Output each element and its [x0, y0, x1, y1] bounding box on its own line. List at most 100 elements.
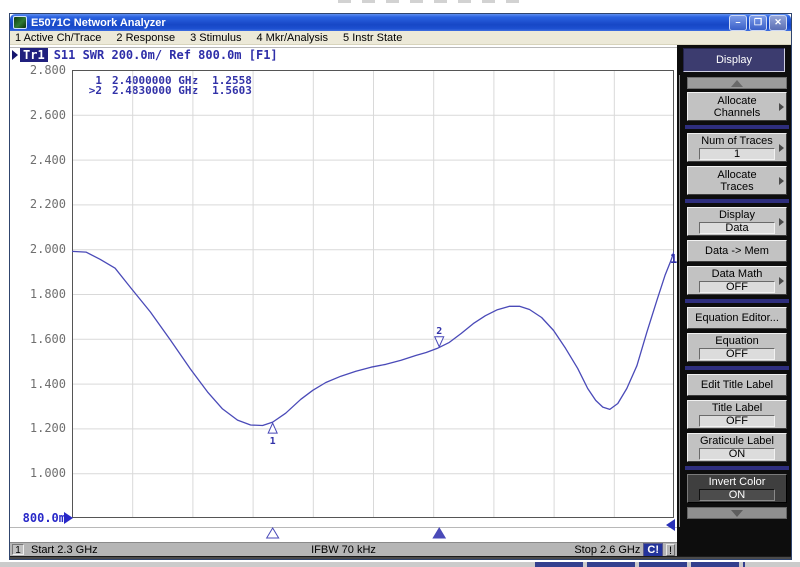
softkey-data-to-mem[interactable]: Data -> Mem	[687, 240, 787, 262]
y-tick-label: 2.200	[10, 197, 66, 211]
clipped-document-text-top	[338, 0, 528, 3]
y-tick-label: 1.200	[10, 421, 66, 435]
marker-1-stimulus-indicator[interactable]	[267, 528, 279, 538]
softkey-scroll-up-button[interactable]	[687, 77, 787, 89]
window-title: E5071C Network Analyzer	[31, 17, 166, 29]
swr-chart: 12	[72, 70, 674, 540]
softkey-group-separator	[685, 199, 789, 203]
y-tick-label: 2.400	[10, 153, 66, 167]
analyzer-window: E5071C Network Analyzer – ❐ ✕ 1 Active C…	[10, 14, 791, 559]
window-controls: – ❐ ✕	[729, 15, 791, 31]
softkey-edit-title-label[interactable]: Edit Title Label	[687, 374, 787, 396]
menu-item-4[interactable]: 4 Mkr/Analysis	[256, 32, 328, 44]
softkey-stack: Allocate Channels Num of Traces1 Allocate …	[687, 92, 787, 519]
channel-number-box: 1	[12, 544, 24, 555]
menu-item-3[interactable]: 3 Stimulus	[190, 32, 241, 44]
softkey-group-separator	[685, 466, 789, 470]
softkey-value: OFF	[699, 348, 775, 360]
client-area: Tr1 S11 SWR 200.0m/ Ref 800.0m [F1] 1 2.4…	[10, 45, 791, 556]
submenu-arrow-icon	[779, 103, 784, 111]
y-tick-label: 1.400	[10, 377, 66, 391]
plot-area[interactable]: 12	[72, 70, 674, 540]
trace-format-text: S11 SWR 200.0m/ Ref 800.0m [F1]	[54, 48, 278, 62]
softkey-value: OFF	[699, 415, 775, 427]
y-tick-label: 1.600	[10, 332, 66, 346]
y-tick-label: 2.800	[10, 63, 66, 77]
page: E5071C Network Analyzer – ❐ ✕ 1 Active C…	[0, 0, 800, 567]
close-button[interactable]: ✕	[769, 15, 787, 31]
marker-2-stimulus-indicator[interactable]	[433, 528, 445, 538]
softkey-num-of-traces[interactable]: Num of Traces1	[687, 133, 787, 162]
softkey-label: Data Math	[712, 268, 763, 280]
y-tick-label: 2.600	[10, 108, 66, 122]
trace-id-chip: Tr1	[20, 48, 48, 62]
softkey-sidebar: Display Allocate ChannelsNum of Traces1A…	[677, 45, 791, 556]
submenu-arrow-icon	[779, 277, 784, 285]
softkey-label: Num of Traces	[701, 135, 773, 147]
softkey-group-separator	[685, 299, 789, 303]
softkey-label: Invert Color	[709, 476, 766, 488]
softkey-label: Allocate Traces	[717, 169, 756, 193]
softkey-title-label[interactable]: Title LabelOFF	[687, 400, 787, 429]
instrument-screen: Tr1 S11 SWR 200.0m/ Ref 800.0m [F1] 1 2.4…	[10, 45, 677, 556]
graticule	[73, 71, 673, 517]
active-trace-arrow-icon	[12, 50, 18, 60]
menu-bar: 1 Active Ch/Trace 2 Response 3 Stimulus 4 M…	[10, 31, 791, 45]
submenu-arrow-icon	[779, 144, 784, 152]
softkey-display-data[interactable]: DisplayData	[687, 207, 787, 236]
submenu-arrow-icon	[779, 218, 784, 226]
softkey-value: 1	[699, 148, 775, 160]
softkey-equation[interactable]: EquationOFF	[687, 333, 787, 362]
softkey-data-math[interactable]: Data MathOFF	[687, 266, 787, 295]
arrow-down-icon	[731, 510, 743, 517]
softkey-label: Equation	[715, 335, 758, 347]
ifbw-label: IFBW 70 kHz	[311, 544, 376, 556]
start-frequency-label: Start 2.3 GHz	[31, 544, 98, 556]
submenu-arrow-icon	[779, 177, 784, 185]
softkey-equation-editor[interactable]: Equation Editor...	[687, 307, 787, 329]
menu-item-2[interactable]: 2 Response	[116, 32, 175, 44]
softkey-label: Edit Title Label	[701, 379, 773, 391]
alert-indicator: !	[666, 544, 675, 556]
svg-text:2: 2	[436, 326, 442, 337]
softkey-group-separator	[685, 366, 789, 370]
softkey-menu-title: Display	[683, 48, 785, 72]
softkey-allocate-channels[interactable]: Allocate Channels	[687, 92, 787, 121]
stop-frequency-label: Stop 2.6 GHz	[574, 544, 640, 556]
reference-level-arrow-icon	[64, 512, 73, 524]
trace-marker-1[interactable]: 1	[268, 423, 277, 447]
softkey-scroll-down-button[interactable]	[687, 507, 787, 519]
softkey-label: Title Label	[712, 402, 762, 414]
softkey-value: ON	[699, 448, 775, 460]
softkey-group-separator	[685, 125, 789, 129]
menu-item-1[interactable]: 1 Active Ch/Trace	[15, 32, 101, 44]
softkey-invert-color[interactable]: Invert ColorON	[687, 474, 787, 503]
y-tick-label: 800.0m	[10, 511, 66, 525]
trace-status-bar[interactable]: Tr1 S11 SWR 200.0m/ Ref 800.0m [F1]	[12, 48, 278, 62]
softkey-allocate-traces[interactable]: Allocate Traces	[687, 166, 787, 195]
softkey-label: Display	[719, 209, 755, 221]
softkey-value: OFF	[699, 281, 775, 293]
softkey-value: Data	[699, 222, 775, 234]
status-bar: 1 Start 2.3 GHz IFBW 70 kHz Stop 2.6 GHz…	[10, 542, 677, 556]
y-tick-label: 2.000	[10, 242, 66, 256]
trace-marker-2[interactable]: 2	[435, 326, 444, 347]
minimize-button[interactable]: –	[729, 15, 747, 31]
sidebar-rail	[679, 75, 680, 527]
clipped-document-content-bottom	[0, 562, 800, 567]
softkey-label: Equation Editor...	[695, 312, 779, 324]
softkey-graticule-label[interactable]: Graticule LabelON	[687, 433, 787, 462]
menu-item-5[interactable]: 5 Instr State	[343, 32, 402, 44]
window-bottom-edge	[10, 556, 791, 559]
softkey-label: Data -> Mem	[705, 245, 769, 257]
clipped-selection-fragment	[535, 562, 745, 567]
restore-button[interactable]: ❐	[749, 15, 767, 31]
softkey-label: Graticule Label	[700, 435, 774, 447]
y-tick-label: 1.000	[10, 466, 66, 480]
sweep-edge-arrow-icon	[666, 519, 675, 531]
softkey-value: ON	[699, 489, 775, 501]
title-bar[interactable]: E5071C Network Analyzer – ❐ ✕	[10, 14, 791, 31]
arrow-up-icon	[731, 80, 743, 87]
y-tick-label: 1.800	[10, 287, 66, 301]
svg-text:1: 1	[270, 436, 276, 447]
